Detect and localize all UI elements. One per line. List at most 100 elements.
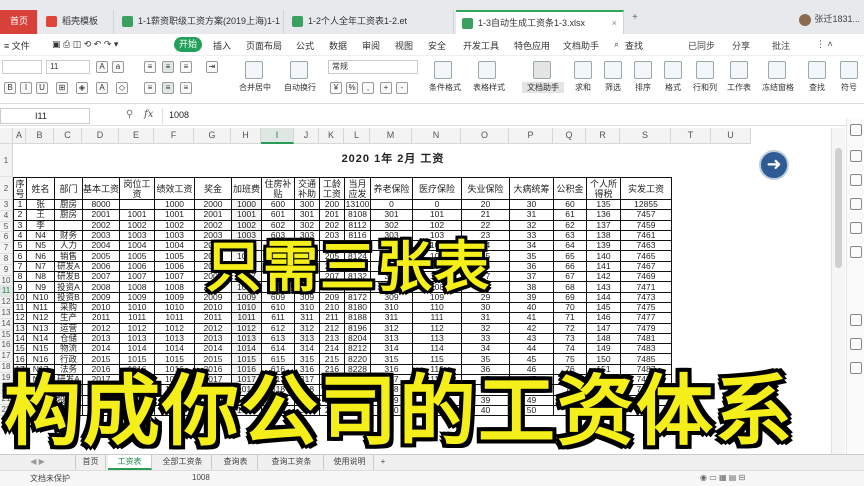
table-cell[interactable]: 7469 (620, 271, 672, 283)
table-cell[interactable]: 1013 (154, 332, 195, 345)
table-cell[interactable]: 1000 (154, 198, 195, 211)
next-arrow-button[interactable]: ➜ (759, 150, 789, 180)
find-icon[interactable] (808, 61, 826, 79)
column-header-T[interactable]: T (671, 128, 711, 144)
table-cell[interactable]: 8108 (344, 209, 371, 221)
table-cell[interactable]: 0 (412, 198, 462, 211)
table-cell[interactable]: 612 (261, 322, 295, 334)
italic-icon[interactable]: I (20, 82, 32, 94)
table-cell[interactable]: N13 (26, 322, 55, 334)
column-title[interactable]: 失业保险 (461, 177, 510, 200)
font-grow-icon[interactable]: A (96, 61, 108, 73)
table-cell[interactable]: 2012 (82, 322, 120, 334)
table-cell[interactable]: 7475 (620, 301, 672, 314)
table-cell[interactable]: 111 (412, 312, 462, 324)
table-cell[interactable]: 7467 (620, 260, 672, 273)
menu-data[interactable]: 数据 (329, 39, 347, 52)
table-cell[interactable]: 33 (509, 229, 554, 242)
table-cell[interactable]: 41 (509, 312, 554, 324)
row-header-4[interactable]: 4 (0, 210, 13, 222)
doc-assistant-icon[interactable] (533, 61, 551, 79)
rows-columns-button[interactable]: 行和列 (690, 82, 720, 93)
table-cell[interactable]: 2003 (82, 229, 120, 242)
row-header-6[interactable]: 6 (0, 232, 13, 244)
table-cell[interactable]: 2012 (194, 322, 232, 334)
table-cell[interactable]: 1004 (119, 240, 155, 252)
table-cell[interactable]: 138 (586, 229, 621, 242)
table-cell[interactable]: 1008 (154, 281, 195, 293)
table-cell[interactable]: 研发A (54, 260, 83, 273)
table-cell[interactable]: 采购 (54, 301, 83, 314)
column-header-N[interactable]: N (412, 128, 461, 144)
table-cell[interactable]: 35 (509, 250, 554, 262)
symbol-button[interactable]: 符号 (836, 82, 862, 93)
column-title[interactable]: 序号 (13, 177, 27, 200)
table-cell[interactable]: N8 (26, 271, 55, 283)
column-header-K[interactable]: K (319, 128, 344, 144)
column-header-H[interactable]: H (231, 128, 261, 144)
conditional-format-icon[interactable] (434, 61, 452, 79)
table-cell[interactable]: 1009 (119, 291, 155, 303)
table-cell[interactable]: 厨房 (54, 198, 83, 211)
column-title[interactable]: 岗位工资 (119, 177, 155, 200)
column-header-A[interactable]: A (13, 128, 26, 144)
freeze-panes-button[interactable]: 冻结窗格 (758, 82, 798, 93)
column-title[interactable]: 公积金 (553, 177, 587, 200)
format-icon[interactable] (664, 61, 682, 79)
table-cell[interactable]: 7463 (620, 240, 672, 252)
column-header-G[interactable]: G (194, 128, 231, 144)
menu-developer[interactable]: 开发工具 (463, 39, 499, 52)
font-color-icon[interactable]: A (96, 82, 108, 94)
table-cell[interactable]: 211 (319, 312, 345, 324)
column-title[interactable]: 交通补助 (294, 177, 320, 200)
sort-button[interactable]: 排序 (630, 82, 656, 93)
table-cell[interactable]: 601 (261, 209, 295, 221)
table-cell[interactable]: 200 (319, 198, 345, 211)
table-cell[interactable]: 生产 (54, 312, 83, 324)
side-panel-icon[interactable] (850, 314, 862, 326)
table-cell[interactable]: 37 (509, 271, 554, 283)
menu-doc-assistant[interactable]: 文档助手 (563, 39, 599, 52)
table-cell[interactable]: 210 (319, 301, 345, 314)
table-cell[interactable]: 1003 (119, 229, 155, 242)
table-cell[interactable]: 7461 (620, 229, 672, 242)
table-cell[interactable]: 40 (509, 301, 554, 314)
table-cell[interactable]: 42 (509, 322, 554, 334)
table-cell[interactable]: 2000 (194, 198, 232, 211)
table-cell[interactable]: 7473 (620, 291, 672, 303)
search-icon[interactable]: ⌕ (614, 39, 619, 50)
table-cell[interactable]: 13 (13, 322, 27, 334)
column-title[interactable]: 当月应发 (344, 177, 371, 200)
table-cell[interactable]: 71 (553, 312, 587, 324)
table-cell[interactable]: 8180 (344, 301, 371, 314)
table-cell[interactable]: 1001 (154, 209, 195, 221)
table-cell[interactable]: 1012 (231, 322, 262, 334)
wrap-text-icon[interactable] (290, 61, 308, 79)
table-cell[interactable]: 63 (553, 229, 587, 242)
table-cell[interactable]: 43 (509, 332, 554, 345)
align-left-icon[interactable]: ≡ (144, 82, 156, 94)
table-cell[interactable]: 1010 (119, 301, 155, 314)
align-top-icon[interactable]: ≡ (144, 61, 156, 73)
wrap-text-button[interactable]: 自动换行 (281, 82, 319, 93)
table-cell[interactable]: 1008 (119, 281, 155, 293)
table-cell[interactable]: 140 (586, 250, 621, 262)
table-cell[interactable]: 613 (261, 332, 295, 345)
table-cell[interactable]: 2 (13, 209, 27, 221)
table-cell[interactable]: N12 (26, 312, 55, 324)
scroll-thumb[interactable] (835, 148, 842, 268)
fill-color-icon[interactable]: ◈ (76, 82, 88, 94)
worksheet-icon[interactable] (730, 61, 748, 79)
align-middle-icon[interactable]: ≡ (162, 61, 174, 73)
freeze-panes-icon[interactable] (768, 61, 786, 79)
filter-icon[interactable] (604, 61, 622, 79)
table-cell[interactable]: 38 (509, 281, 554, 293)
table-cell[interactable]: 1011 (231, 312, 262, 324)
table-cell[interactable]: 1009 (154, 291, 195, 303)
thousands-icon[interactable]: , (362, 82, 374, 94)
menu-page-layout[interactable]: 页面布局 (246, 39, 282, 52)
table-cell[interactable]: 1001 (231, 209, 262, 221)
table-cell[interactable]: 1002 (154, 219, 195, 231)
menu-view[interactable]: 视图 (395, 39, 413, 52)
table-cell[interactable]: 2009 (82, 291, 120, 303)
